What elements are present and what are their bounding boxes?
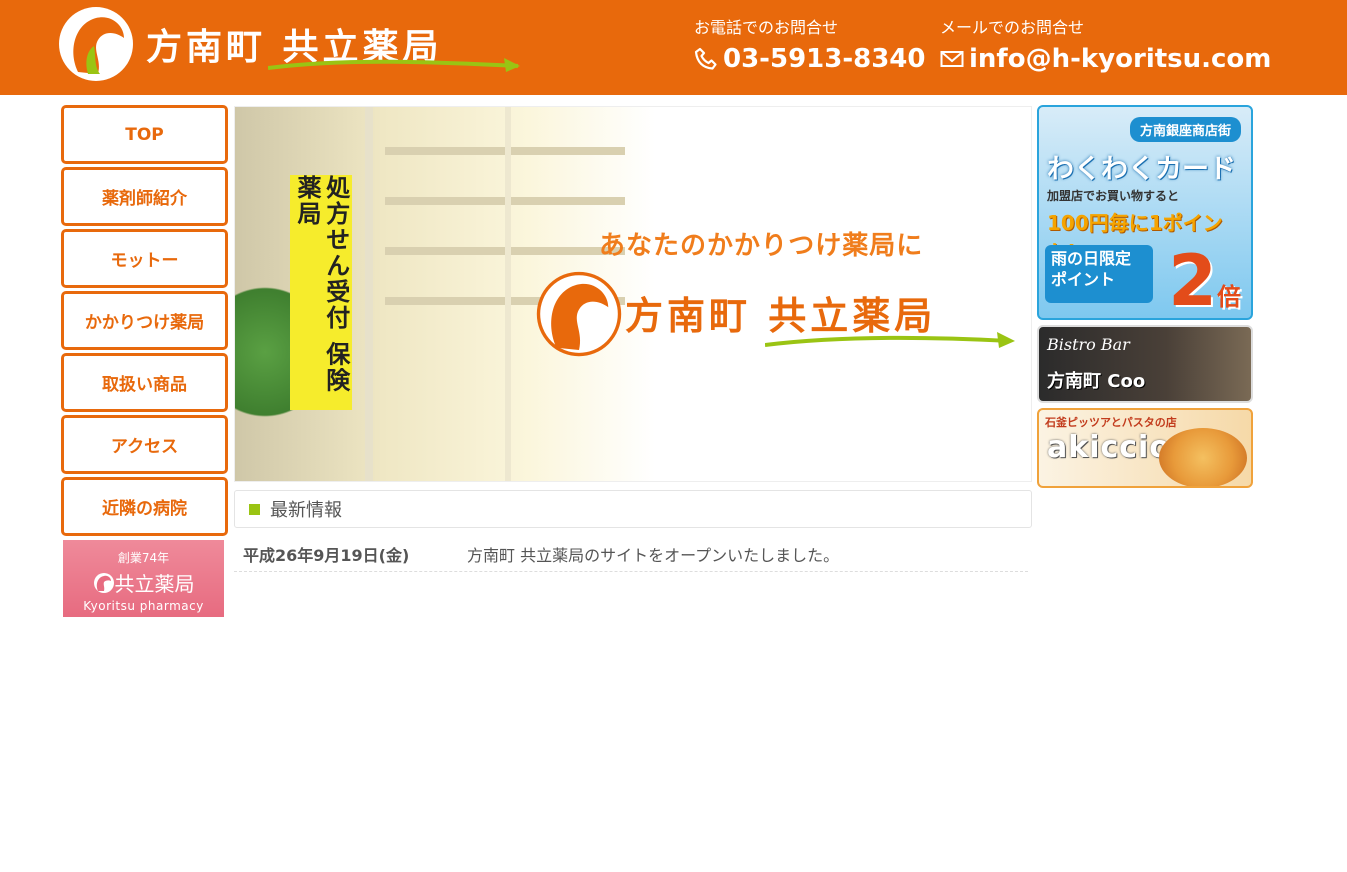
badge-name-row: 共立薬局: [63, 568, 224, 597]
site-header: 方南町 共立薬局 お電話でのお問合せ 03-5913-8340 メールでのお問合…: [0, 0, 1347, 95]
phone-number[interactable]: 03-5913-8340: [694, 44, 926, 74]
banner-sub: 加盟店でお買い物すると: [1047, 189, 1180, 203]
founding-badge: 創業74年 共立薬局 Kyoritsu pharmacy: [63, 540, 224, 617]
nav-family-pharmacy-button[interactable]: かかりつけ薬局: [61, 291, 228, 350]
phone-value: 03-5913-8340: [723, 44, 926, 74]
side-nav: TOP 薬剤師紹介 モットー かかりつけ薬局 取扱い商品 アクセス 近隣の病院: [61, 105, 228, 539]
pizza-image: [1159, 428, 1247, 486]
badge-en: Kyoritsu pharmacy: [83, 599, 204, 613]
rabbit-logo-icon: [93, 572, 114, 593]
prescription-sign: 処方せん受付 保険薬局: [290, 175, 352, 410]
bistro-coo-banner[interactable]: Bistro Bar 方南町 Coo: [1037, 325, 1253, 403]
banner-name: akiccio: [1047, 430, 1171, 465]
news-heading-text: 最新情報: [270, 500, 342, 521]
news-text: 方南町 共立薬局のサイトをオープンいたしました。: [467, 546, 840, 565]
nav-access-button[interactable]: アクセス: [61, 415, 228, 474]
nav-top-button[interactable]: TOP: [61, 105, 228, 164]
banner-rain: 雨の日限定 ポイント: [1045, 245, 1153, 303]
rabbit-logo-icon: [59, 7, 133, 81]
mail-icon: [940, 51, 964, 67]
banner-name: 方南町 Coo: [1047, 371, 1146, 392]
news-heading: 最新情報: [234, 490, 1032, 528]
nav-pharmacist-button[interactable]: 薬剤師紹介: [61, 167, 228, 226]
banner-caption: 石釜ピッツアとパスタの店: [1045, 416, 1177, 429]
news-date: 平成26年9月19日(金): [243, 546, 410, 565]
banner-title: わくわくカード: [1047, 154, 1236, 185]
banner-tag: 方南銀座商店街: [1129, 117, 1241, 142]
phone-icon: [694, 47, 717, 70]
badge-name: 共立薬局: [114, 572, 195, 596]
mail-contact: メールでのお問合せ info@h-kyoritsu.com: [940, 14, 1271, 74]
rabbit-logo-icon: [536, 271, 622, 357]
nav-motto-button[interactable]: モットー: [61, 229, 228, 288]
banner-script: Bistro Bar: [1047, 335, 1130, 354]
square-bullet-icon: [249, 503, 260, 515]
leaf-swoosh-icon: [268, 58, 520, 72]
nav-products-button[interactable]: 取扱い商品: [61, 353, 228, 412]
akiccio-banner[interactable]: 石釜ピッツアとパスタの店 akiccio: [1037, 408, 1253, 488]
badge-years: 創業74年: [117, 551, 170, 565]
mail-label: メールでのお問合せ: [940, 18, 1085, 37]
hero-tagline: あなたのかかりつけ薬局に: [599, 231, 924, 261]
mail-address[interactable]: info@h-kyoritsu.com: [940, 44, 1271, 74]
mail-value: info@h-kyoritsu.com: [969, 44, 1272, 74]
phone-contact: お電話でのお問合せ 03-5913-8340: [694, 14, 926, 74]
news-item: 平成26年9月19日(金) 方南町 共立薬局のサイトをオープンいたしました。: [234, 537, 1028, 572]
nav-hospitals-button[interactable]: 近隣の病院: [61, 477, 228, 536]
leaf-swoosh-icon: [765, 332, 1015, 348]
site-logo[interactable]: 方南町 共立薬局: [58, 4, 520, 84]
banner-double: 2倍: [1168, 240, 1241, 320]
wakuwaku-card-banner[interactable]: 方南銀座商店街 わくわくカード 加盟店でお買い物すると 100円毎に1ポイント!…: [1037, 105, 1253, 320]
hero-banner: 処方せん受付 保険薬局 あなたのかかりつけ薬局に 方南町 共立薬局: [234, 106, 1032, 482]
phone-label: お電話でのお問合せ: [694, 18, 839, 37]
